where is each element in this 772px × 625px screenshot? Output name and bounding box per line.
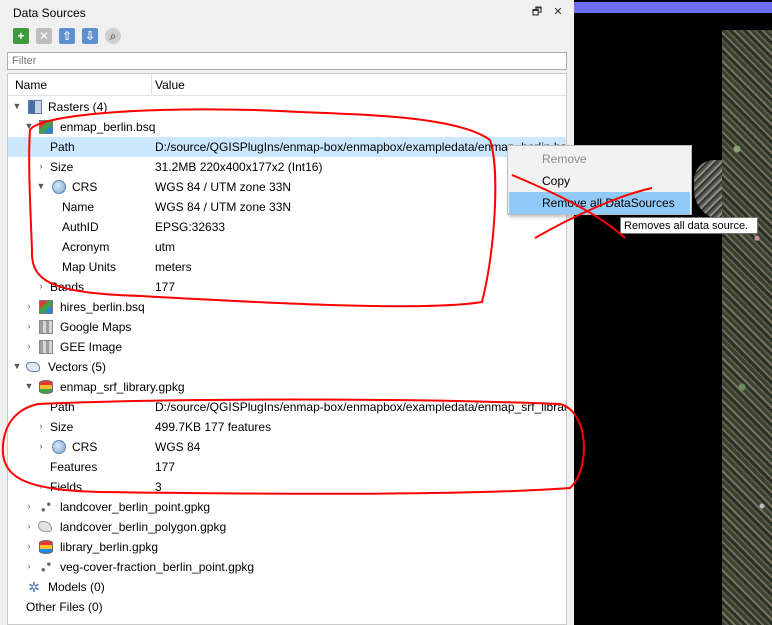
- chevron-right-icon[interactable]: ›: [36, 420, 46, 432]
- tree-row-gee[interactable]: › GEE Image: [8, 337, 566, 357]
- tree-row-srf-path[interactable]: Path D:/source/QGISPlugIns/enmap-box/enm…: [8, 397, 566, 417]
- tree-row-lc-polygon[interactable]: › landcover_berlin_polygon.gpkg: [8, 517, 566, 537]
- raster-file-icon: [39, 120, 53, 134]
- map-canvas[interactable]: [574, 0, 772, 625]
- chevron-down-icon[interactable]: ▼: [24, 380, 34, 392]
- tree-row-models[interactable]: ✲ Models (0): [8, 577, 566, 597]
- chevron-right-icon[interactable]: ›: [24, 560, 34, 572]
- map-title-bar: [574, 2, 772, 13]
- raster-file-icon: [39, 340, 53, 354]
- tree-row-authid[interactable]: AuthID EPSG:32633: [8, 217, 566, 237]
- tooltip: Removes all data source.: [620, 217, 758, 234]
- globe-icon: [52, 180, 66, 194]
- data-sources-panel: Data Sources 🗗 ✕ + ✕ ⇧ ⇩ ⌕ Name Value ▼ …: [0, 0, 572, 625]
- point-layer-icon: [39, 560, 53, 574]
- chevron-right-icon[interactable]: ›: [24, 320, 34, 332]
- tree-row-other[interactable]: Other Files (0): [8, 597, 566, 617]
- chevron-down-icon[interactable]: ▼: [12, 360, 22, 372]
- remove-datasource-icon[interactable]: ✕: [36, 28, 52, 44]
- tree-row-enmap[interactable]: ▼ enmap_berlin.bsq: [8, 117, 566, 137]
- tree-row-features[interactable]: Features 177: [8, 457, 566, 477]
- globe-icon: [52, 440, 66, 454]
- tree-row-srf-size[interactable]: › Size 499.7KB 177 features: [8, 417, 566, 437]
- tree-row-path[interactable]: Path D:/source/QGISPlugIns/enmap-box/enm…: [8, 137, 567, 157]
- path-value: D:/source/QGISPlugIns/enmap-box/enmapbox…: [155, 140, 567, 154]
- filter-input[interactable]: [8, 53, 566, 69]
- database-icon: [39, 380, 53, 394]
- tree-row-srf-crs[interactable]: › CRS WGS 84: [8, 437, 566, 457]
- point-layer-icon: [39, 500, 53, 514]
- chevron-right-icon[interactable]: ›: [36, 440, 46, 452]
- column-name[interactable]: Name: [15, 78, 47, 92]
- close-icon[interactable]: ✕: [551, 5, 565, 19]
- enmap-label: enmap_berlin.bsq: [60, 120, 156, 134]
- tree-row-crs-name[interactable]: Name WGS 84 / UTM zone 33N: [8, 197, 566, 217]
- filter-box: [7, 52, 567, 70]
- chevron-right-icon[interactable]: ›: [24, 300, 34, 312]
- tree-row-map-units[interactable]: Map Units meters: [8, 257, 566, 277]
- tree-row-acronym[interactable]: Acronym utm: [8, 237, 566, 257]
- raster-file-icon: [39, 300, 53, 314]
- search-icon[interactable]: ⌕: [105, 28, 121, 44]
- menu-item-remove-all[interactable]: Remove all DataSources: [509, 192, 690, 214]
- chevron-down-icon[interactable]: ▼: [24, 120, 34, 132]
- chevron-right-icon[interactable]: ›: [24, 340, 34, 352]
- tree-row-rasters[interactable]: ▼ Rasters (4): [8, 97, 566, 117]
- gear-icon: ✲: [28, 579, 40, 595]
- chevron-right-icon[interactable]: ›: [36, 160, 46, 172]
- chevron-down-icon[interactable]: ▼: [36, 180, 46, 192]
- vector-group-icon: [26, 362, 40, 372]
- move-down-icon[interactable]: ⇩: [82, 28, 98, 44]
- datasource-tree[interactable]: Name Value ▼ Rasters (4) ▼ enmap_berlin.…: [7, 73, 567, 625]
- add-datasource-icon[interactable]: +: [13, 28, 29, 44]
- tree-row-crs[interactable]: ▼ CRS WGS 84 / UTM zone 33N: [8, 177, 566, 197]
- panel-title-bar: Data Sources 🗗 ✕: [0, 0, 572, 26]
- tree-header: Name Value: [8, 74, 566, 96]
- chevron-down-icon[interactable]: ▼: [12, 100, 22, 112]
- chevron-right-icon[interactable]: ›: [24, 500, 34, 512]
- menu-item-remove[interactable]: Remove: [509, 148, 690, 170]
- chevron-right-icon[interactable]: ›: [36, 480, 46, 492]
- move-up-icon[interactable]: ⇧: [59, 28, 75, 44]
- tree-row-size[interactable]: › Size 31.2MB 220x400x177x2 (Int16): [8, 157, 566, 177]
- tree-row-library[interactable]: › library_berlin.gpkg: [8, 537, 566, 557]
- tree-row-vectors[interactable]: ▼ Vectors (5): [8, 357, 566, 377]
- tree-row-bands[interactable]: › Bands 177: [8, 277, 566, 297]
- panel-title: Data Sources: [13, 6, 86, 20]
- raster-group-icon: [28, 100, 42, 114]
- polygon-layer-icon: [38, 521, 52, 532]
- tree-row-google[interactable]: › Google Maps: [8, 317, 566, 337]
- map-image: [722, 30, 772, 625]
- raster-file-icon: [39, 320, 53, 334]
- chevron-right-icon[interactable]: ›: [24, 540, 34, 552]
- menu-item-copy[interactable]: Copy: [509, 170, 690, 192]
- tree-row-srf[interactable]: ▼ enmap_srf_library.gpkg: [8, 377, 566, 397]
- float-icon[interactable]: 🗗: [530, 5, 544, 19]
- rasters-label: Rasters (4): [48, 100, 108, 114]
- tree-row-lc-point[interactable]: › landcover_berlin_point.gpkg: [8, 497, 566, 517]
- chevron-right-icon[interactable]: ›: [24, 520, 34, 532]
- column-value[interactable]: Value: [155, 78, 185, 92]
- database-icon: [39, 540, 53, 554]
- chevron-right-icon[interactable]: ›: [36, 280, 46, 292]
- context-menu: Remove Copy Remove all DataSources: [507, 145, 692, 215]
- tree-row-hires[interactable]: › hires_berlin.bsq: [8, 297, 566, 317]
- tree-row-veg[interactable]: › veg-cover-fraction_berlin_point.gpkg: [8, 557, 566, 577]
- tree-row-fields[interactable]: › Fields 3: [8, 477, 566, 497]
